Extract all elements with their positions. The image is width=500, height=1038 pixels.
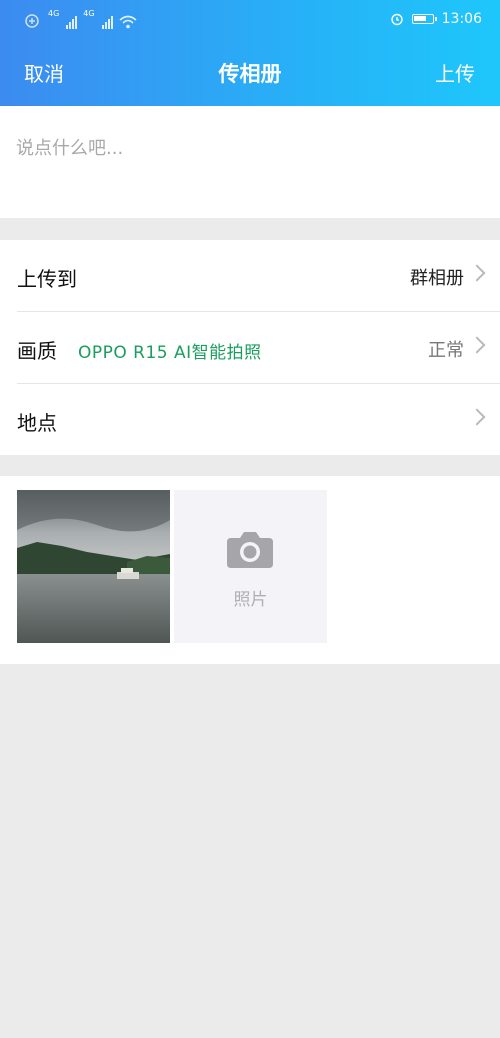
photo-grid: 照片 [0, 476, 500, 664]
hd-call-icon [25, 14, 39, 28]
upload-to-label: 上传到 [17, 267, 77, 291]
battery-level [413, 16, 426, 21]
lake-landscape-photo [17, 490, 170, 643]
signal-icon [66, 15, 78, 29]
battery-icon [411, 14, 437, 24]
network-type-2: 4G [83, 9, 95, 18]
upload-to-row[interactable]: 上传到 群相册 [0, 240, 500, 311]
alarm-icon [390, 13, 403, 26]
settings-list: 上传到 群相册 画质 OPPO R15 AI智能拍照 正常 地点 [0, 240, 500, 455]
chevron-right-icon [468, 336, 486, 354]
location-label: 地点 [17, 411, 57, 435]
quality-value: 正常 [428, 340, 464, 361]
caption-input[interactable]: 说点什么吧... [0, 106, 500, 218]
title-bar: 取消 传相册 上传 [0, 38, 500, 106]
app-header: 4G 4G 13:06 取消 传相册 上传 [0, 0, 500, 106]
quality-row[interactable]: 画质 OPPO R15 AI智能拍照 正常 [0, 312, 500, 383]
add-photo-button[interactable]: 照片 [174, 490, 327, 643]
camera-icon [227, 532, 273, 568]
quality-label: 画质 [17, 339, 57, 363]
signal-icon [101, 15, 113, 29]
add-photo-label: 照片 [233, 590, 268, 610]
chevron-right-icon [468, 264, 486, 282]
network-type-1: 4G [48, 9, 60, 18]
status-left: 4G 4G [24, 9, 137, 29]
wifi-icon [119, 15, 137, 29]
page-title: 传相册 [218, 62, 282, 86]
ai-camera-badge: OPPO R15 AI智能拍照 [78, 343, 262, 363]
photo-thumbnail[interactable] [17, 490, 170, 643]
caption-placeholder: 说点什么吧... [16, 138, 124, 159]
location-row[interactable]: 地点 [0, 384, 500, 455]
status-time: 13:06 [441, 11, 482, 27]
status-bar: 4G 4G 13:06 [0, 0, 500, 38]
upload-to-value: 群相册 [410, 268, 464, 289]
chevron-right-icon [468, 408, 486, 426]
status-right: 13:06 [390, 9, 482, 29]
upload-button[interactable]: 上传 [435, 58, 475, 87]
